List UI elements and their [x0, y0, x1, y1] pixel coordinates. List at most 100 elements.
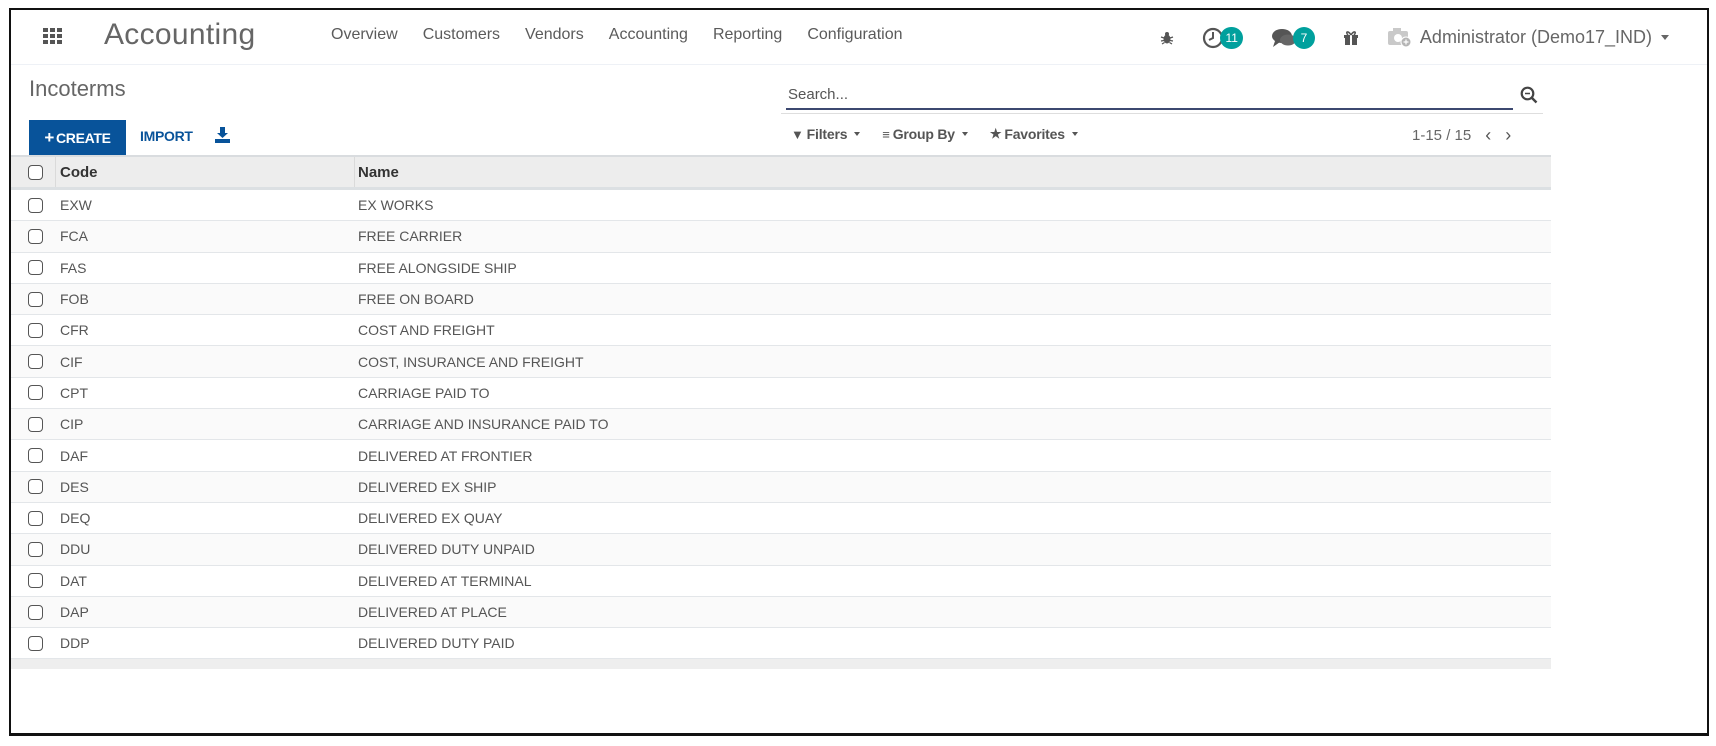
debug-button[interactable]: [1160, 31, 1174, 45]
search-divider: [781, 113, 1543, 114]
cell-code: DAF: [60, 447, 88, 464]
search-icon[interactable]: [1520, 86, 1538, 104]
table-row[interactable]: DDU DELIVERED DUTY UNPAID: [11, 534, 1551, 566]
table-row[interactable]: FCA FREE CARRIER: [11, 221, 1551, 253]
row-checkbox[interactable]: [28, 541, 43, 557]
top-navbar: Accounting Overview Customers Vendors Ac…: [11, 10, 1707, 65]
row-checkbox[interactable]: [28, 385, 43, 401]
group-by-dropdown[interactable]: ≡ Group By: [882, 126, 968, 142]
favorites-dropdown[interactable]: ★ Favorites: [990, 126, 1078, 142]
chevron-down-icon: [1661, 35, 1669, 40]
star-icon: ★: [989, 126, 1002, 141]
table-row[interactable]: CIP CARRIAGE AND INSURANCE PAID TO: [11, 409, 1551, 441]
table-row[interactable]: DAP DELIVERED AT PLACE: [11, 596, 1551, 629]
user-name: Administrator (Demo17_IND): [1419, 27, 1652, 47]
table-row[interactable]: DAT DELIVERED AT TERMINAL: [11, 565, 1551, 597]
cell-name: CARRIAGE PAID TO: [358, 384, 490, 401]
create-button[interactable]: + CREATE: [29, 120, 126, 155]
column-header-name[interactable]: Name: [358, 164, 399, 181]
filters-label: Filters: [806, 126, 848, 142]
row-checkbox[interactable]: [28, 573, 43, 589]
apps-menu-icon[interactable]: [43, 28, 63, 44]
breadcrumb-title: Incoterms: [29, 76, 126, 101]
pager-previous-icon[interactable]: ‹: [1485, 126, 1491, 144]
table-row[interactable]: FOB FREE ON BOARD: [11, 283, 1551, 316]
search-options: ▼ Filters ≡ Group By ★ Favorites: [791, 126, 1100, 142]
cell-code: DDP: [60, 635, 90, 652]
menu-overview[interactable]: Overview: [331, 26, 398, 44]
table-row[interactable]: CPT CARRIAGE PAID TO: [11, 377, 1551, 410]
cell-code: CPT: [60, 384, 88, 401]
table-row[interactable]: DDP DELIVERED DUTY PAID: [11, 628, 1551, 660]
plus-icon: +: [44, 127, 54, 147]
table-row[interactable]: FAS FREE ALONGSIDE SHIP: [11, 252, 1551, 284]
row-checkbox[interactable]: [28, 354, 43, 370]
messages-count-badge: 7: [1292, 26, 1315, 49]
download-icon[interactable]: [215, 127, 230, 143]
filter-icon: ▼: [791, 126, 804, 142]
table-row[interactable]: DEQ DELIVERED EX QUAY: [11, 502, 1551, 535]
row-checkbox[interactable]: [28, 291, 43, 307]
favorites-label: Favorites: [1004, 126, 1065, 142]
row-checkbox[interactable]: [28, 197, 43, 213]
app-window: Accounting Overview Customers Vendors Ac…: [9, 8, 1709, 736]
column-header-code[interactable]: Code: [60, 164, 98, 181]
cell-code: CFR: [60, 322, 89, 339]
table-row[interactable]: EXW EX WORKS: [11, 190, 1551, 222]
menu-accounting[interactable]: Accounting: [609, 26, 688, 44]
cell-code: DES: [60, 478, 89, 495]
create-label: CREATE: [55, 129, 111, 146]
chevron-down-icon: [1071, 132, 1078, 136]
cell-code: FCA: [60, 228, 88, 245]
pager-value[interactable]: 1-15 / 15: [1412, 127, 1471, 144]
gift-icon: [1343, 30, 1358, 45]
chevron-down-icon: [961, 132, 968, 136]
cell-name: DELIVERED EX SHIP: [358, 478, 497, 495]
row-checkbox[interactable]: [28, 604, 43, 620]
table-row[interactable]: DES DELIVERED EX SHIP: [11, 471, 1551, 503]
cell-name: DELIVERED AT TERMINAL: [358, 572, 532, 589]
cell-name: DELIVERED AT PLACE: [358, 604, 507, 620]
chevron-down-icon: [854, 132, 861, 136]
table-row[interactable]: DAF DELIVERED AT FRONTIER: [11, 440, 1551, 472]
user-menu[interactable]: Administrator (Demo17_IND): [1387, 27, 1669, 49]
messages-button[interactable]: 7: [1271, 26, 1315, 49]
row-checkbox[interactable]: [28, 510, 43, 526]
search-bar: [786, 82, 1513, 110]
pager-next-icon[interactable]: ›: [1505, 126, 1511, 144]
cell-code: CIP: [60, 416, 84, 433]
gift-button[interactable]: [1343, 30, 1359, 46]
table-row[interactable]: CIF COST, INSURANCE AND FREIGHT: [11, 346, 1551, 378]
table-body: EXW EX WORKS FCA FREE CARRIER FAS FREE A…: [11, 190, 1551, 660]
cell-name: DELIVERED AT FRONTIER: [358, 447, 533, 464]
systray: 11 7 Administrator (Demo17_IND): [1160, 10, 1707, 65]
cell-name: COST AND FREIGHT: [358, 322, 495, 339]
main-menu: Overview Customers Vendors Accounting Re…: [331, 26, 927, 44]
filters-dropdown[interactable]: ▼ Filters: [791, 126, 861, 142]
cell-code: FAS: [60, 259, 87, 276]
table-row[interactable]: CFR COST AND FREIGHT: [11, 315, 1551, 347]
incoterms-table: Code Name EXW EX WORKS FCA FREE CARRIER …: [11, 155, 1551, 670]
menu-configuration[interactable]: Configuration: [807, 26, 902, 44]
row-checkbox[interactable]: [28, 479, 43, 495]
row-checkbox[interactable]: [28, 635, 43, 651]
menu-vendors[interactable]: Vendors: [525, 26, 584, 44]
table-header: Code Name: [11, 155, 1551, 190]
menu-customers[interactable]: Customers: [423, 26, 500, 44]
row-checkbox[interactable]: [28, 448, 43, 464]
cell-name: CARRIAGE AND INSURANCE PAID TO: [358, 416, 609, 433]
cell-code: DAP: [60, 604, 89, 620]
row-checkbox[interactable]: [28, 322, 43, 338]
import-button[interactable]: IMPORT: [140, 128, 193, 144]
row-checkbox[interactable]: [28, 228, 43, 244]
select-all-checkbox[interactable]: [28, 164, 43, 180]
search-input[interactable]: [786, 82, 1513, 106]
row-checkbox[interactable]: [28, 260, 43, 276]
row-checkbox[interactable]: [28, 416, 43, 432]
cell-name: FREE ON BOARD: [358, 291, 474, 308]
column-divider: [55, 157, 56, 187]
bars-icon: ≡: [882, 126, 890, 142]
menu-reporting[interactable]: Reporting: [713, 26, 782, 44]
activities-button[interactable]: 11: [1202, 26, 1243, 49]
app-title: Accounting: [104, 18, 256, 51]
